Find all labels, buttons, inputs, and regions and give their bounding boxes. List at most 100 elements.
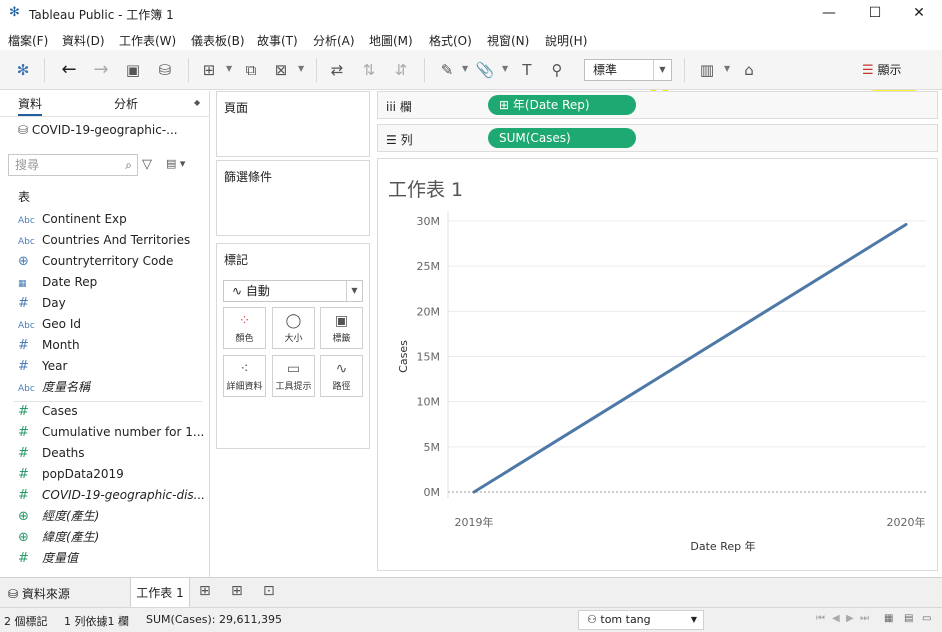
show-me-button[interactable]: ☰ 顯示 xyxy=(862,59,928,81)
new-worksheet-icon[interactable]: ⊞ xyxy=(198,59,220,81)
tab-analytics[interactable]: 分析 xyxy=(114,95,138,112)
menu-help[interactable]: 說明(H) xyxy=(545,32,587,49)
view-options-icon[interactable]: ▤ ▾ xyxy=(166,157,185,170)
mark-type-select[interactable]: ∿ 自動 ▼ xyxy=(223,280,363,302)
show-cards-icon[interactable]: ▥ xyxy=(696,59,718,81)
measure-field[interactable]: # Cumulative number for 1... xyxy=(18,422,204,442)
dimension-field[interactable]: # Day xyxy=(18,293,66,313)
chevron-down-icon[interactable]: ▼ xyxy=(653,60,671,80)
tooltip-mark-button[interactable]: ▭ 工具提示 xyxy=(272,355,315,397)
dimension-field[interactable]: # Month xyxy=(18,335,80,355)
measure-field[interactable]: # COVID-19-geographic-dis... xyxy=(18,485,205,505)
group-caret-icon[interactable]: ▼ xyxy=(502,64,508,73)
rows-label-text: 列 xyxy=(400,133,413,147)
abc-icon: Abc xyxy=(18,216,35,226)
pages-card[interactable]: 頁面 xyxy=(216,91,370,157)
sort-descending-icon[interactable]: ⇵ xyxy=(390,59,412,81)
new-dashboard-icon[interactable]: ⊞ xyxy=(231,583,243,599)
highlight-icon[interactable]: ✎ xyxy=(436,59,458,81)
abc-icon: Abc xyxy=(18,384,35,394)
dimension-field[interactable]: # Year xyxy=(18,356,67,376)
worksheet-view[interactable]: 工作表 1 0M 5M 10M 15M 20M 25M 30M 2019年 2020年 Cases… xyxy=(377,158,938,571)
datasource-tab[interactable]: ⛁ 資料來源 xyxy=(8,585,70,602)
fit-select[interactable]: 標準 ▼ xyxy=(584,59,672,81)
rows-shelf[interactable]: ☰ 列 SUM(Cases) xyxy=(377,124,938,152)
sort-ascending-icon[interactable]: ⇅ xyxy=(358,59,380,81)
marks-title: 標記 xyxy=(224,253,249,267)
toolbar: ✻ ← → ▣ ⛁ ⊞ ▼ ⧉ ⊠ ▼ ⇄ ⇅ ⇵ ✎ ▼ 📎 ▼ T ⚲ 標準… xyxy=(0,50,942,90)
filmstrip-icon[interactable]: ▤ xyxy=(904,613,913,624)
rows-pill[interactable]: SUM(Cases) xyxy=(488,128,636,148)
dimension-field[interactable]: Abc Geo Id xyxy=(18,314,81,334)
search-input[interactable]: 搜尋 ⌕ xyxy=(8,154,138,176)
path-mark-button[interactable]: ∿ 路徑 xyxy=(320,355,363,397)
measure-field[interactable]: # Deaths xyxy=(18,443,85,463)
expand-icon[interactable]: ⊞ xyxy=(499,98,509,112)
user-menu[interactable]: ⚇ tom tang ▼ xyxy=(578,610,704,630)
presentation-mode-icon[interactable]: ⌂ xyxy=(738,59,760,81)
clear-sheet-icon[interactable]: ⊠ xyxy=(270,59,292,81)
menu-window[interactable]: 視窗(N) xyxy=(487,32,529,49)
detail-mark-button[interactable]: ⁖ 詳細資料 xyxy=(223,355,266,397)
highlight-caret-icon[interactable]: ▼ xyxy=(462,64,468,73)
first-sheet-icon[interactable]: ⏮ xyxy=(816,613,825,624)
datasource-item[interactable]: ⛁ COVID-19-geographic-... xyxy=(18,123,178,137)
tableau-home-icon[interactable]: ✻ xyxy=(12,59,34,81)
sheet-tab-active[interactable]: 工作表 1 xyxy=(130,578,190,608)
tabs-view-icon[interactable]: ▭ xyxy=(922,613,931,624)
measure-field[interactable]: # popData2019 xyxy=(18,464,124,484)
toolbar-separator xyxy=(684,58,685,82)
columns-shelf-label: iii 欄 xyxy=(386,98,412,115)
measure-field[interactable]: # Cases xyxy=(18,401,78,421)
last-sheet-icon[interactable]: ⏭ xyxy=(860,613,869,624)
chevron-down-icon[interactable]: ▼ xyxy=(346,281,362,301)
sheet-sorter-icon[interactable]: ▦ xyxy=(884,613,893,624)
color-mark-button[interactable]: ⁘ 顏色 xyxy=(223,307,266,349)
menu-map[interactable]: 地圖(M) xyxy=(369,32,413,49)
menu-file[interactable]: 檔案(F) xyxy=(8,32,48,49)
dimension-field[interactable]: Abc Countries And Territories xyxy=(18,230,190,250)
group-members-icon[interactable]: 📎 xyxy=(474,59,496,81)
measure-field[interactable]: ⊕ 經度(產生) xyxy=(18,506,99,526)
size-mark-button[interactable]: ◯ 大小 xyxy=(272,307,315,349)
menu-analysis[interactable]: 分析(A) xyxy=(313,32,355,49)
columns-pill[interactable]: ⊞ 年(Date Rep) xyxy=(488,95,636,115)
chevron-down-icon[interactable]: ▼ xyxy=(691,611,697,629)
close-button[interactable]: ✕ xyxy=(896,0,942,28)
measure-field[interactable]: ⊕ 緯度(產生) xyxy=(18,527,99,547)
show-cards-caret-icon[interactable]: ▼ xyxy=(724,64,730,73)
menu-worksheet[interactable]: 工作表(W) xyxy=(119,32,176,49)
undo-icon[interactable]: ← xyxy=(58,59,80,81)
new-datasource-icon[interactable]: ⛁ xyxy=(154,59,176,81)
dimension-field[interactable]: ▦ Date Rep xyxy=(18,272,97,292)
menu-data[interactable]: 資料(D) xyxy=(62,32,105,49)
fix-axes-icon[interactable]: ⚲ xyxy=(546,59,568,81)
dimension-field[interactable]: Abc 度量名稱 xyxy=(18,377,90,397)
label-mark-button[interactable]: ▣ 標籤 xyxy=(320,307,363,349)
dimension-field[interactable]: Abc Continent Exp xyxy=(18,209,127,229)
menu-format[interactable]: 格式(O) xyxy=(429,32,472,49)
save-icon[interactable]: ▣ xyxy=(122,59,144,81)
filter-icon[interactable]: ▽ xyxy=(142,157,152,172)
minimize-button[interactable]: — xyxy=(806,0,852,28)
maximize-button[interactable]: ☐ xyxy=(852,0,898,28)
new-worksheet-icon[interactable]: ⊞ xyxy=(199,583,211,599)
columns-shelf[interactable]: iii 欄 ⊞ 年(Date Rep) xyxy=(377,91,938,119)
dimension-field[interactable]: ⊕ Countryterritory Code xyxy=(18,251,173,271)
menu-dashboard[interactable]: 儀表板(B) xyxy=(191,32,245,49)
show-labels-icon[interactable]: T xyxy=(516,59,538,81)
redo-icon[interactable]: → xyxy=(90,59,112,81)
duplicate-sheet-icon[interactable]: ⧉ xyxy=(240,59,262,81)
prev-sheet-icon[interactable]: ◀ xyxy=(832,613,840,624)
clear-sheet-caret-icon[interactable]: ▼ xyxy=(298,64,304,73)
pane-menu-caret-icon[interactable]: ◆ xyxy=(194,98,200,107)
menu-story[interactable]: 故事(T) xyxy=(257,32,298,49)
new-story-icon[interactable]: ⊡ xyxy=(263,583,275,599)
tab-data[interactable]: 資料 xyxy=(18,95,43,116)
field-label: popData2019 xyxy=(42,467,124,481)
measure-field[interactable]: # 度量值 xyxy=(18,548,78,568)
swap-rows-columns-icon[interactable]: ⇄ xyxy=(326,59,348,81)
next-sheet-icon[interactable]: ▶ xyxy=(846,613,854,624)
filters-card[interactable]: 篩選條件 xyxy=(216,160,370,236)
new-worksheet-caret-icon[interactable]: ▼ xyxy=(226,64,232,73)
